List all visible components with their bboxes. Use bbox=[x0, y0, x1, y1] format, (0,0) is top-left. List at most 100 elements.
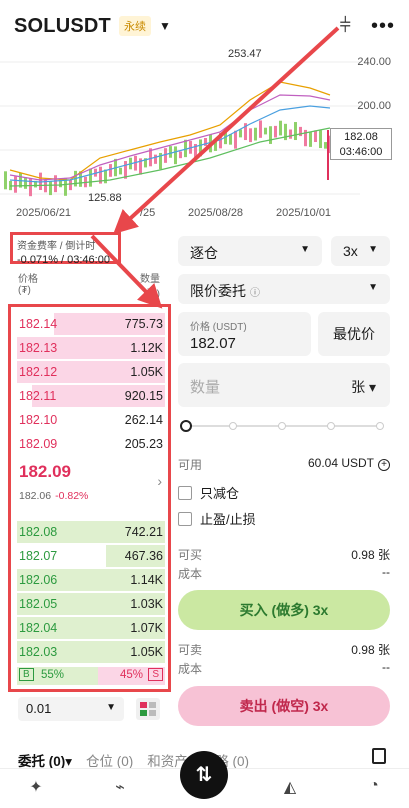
market-icon[interactable]: ⌁ bbox=[108, 777, 132, 801]
ask-qty: 262.14 bbox=[124, 413, 163, 427]
bid-qty: 1.05K bbox=[130, 645, 163, 659]
funding-value: -0.071% / 03:46:00 bbox=[17, 254, 110, 266]
margin-mode-select[interactable]: 逐仓 ▼ bbox=[178, 236, 322, 266]
symbol-title[interactable]: SOLUSDT bbox=[14, 15, 111, 38]
qty-unit: (张) bbox=[143, 289, 160, 300]
info-icon[interactable]: ⓘ bbox=[250, 288, 260, 299]
bid-row[interactable]: 182.03 1.05K bbox=[17, 641, 165, 663]
trade-icon[interactable]: ⇅ bbox=[180, 751, 228, 799]
cost-value: -- bbox=[382, 565, 390, 579]
bid-row[interactable]: 182.07 467.36 bbox=[17, 545, 165, 567]
can-buy-value: 0.98 张 bbox=[351, 548, 390, 562]
order-history-icon[interactable] bbox=[372, 748, 386, 764]
slider-stop[interactable] bbox=[376, 422, 384, 430]
candle bbox=[254, 127, 257, 141]
checkbox-icon bbox=[178, 485, 192, 500]
bid-qty: 1.14K bbox=[130, 573, 163, 587]
quantity-input[interactable]: 数量 张 ▾ bbox=[178, 363, 390, 407]
ask-row[interactable]: 182.13 1.12K bbox=[17, 337, 165, 359]
low-marker: 125.88 bbox=[88, 192, 122, 204]
price-chart[interactable]: 240.00 200.00 253.47 125.88 2025/06/21 /… bbox=[0, 40, 409, 225]
buy-long-button[interactable]: 买入 (做多) 3x bbox=[178, 590, 390, 630]
bid-row[interactable]: 182.05 1.03K bbox=[17, 593, 165, 615]
ask-row[interactable]: 182.11 920.15 bbox=[17, 385, 165, 407]
candle bbox=[269, 126, 272, 144]
slider-knob[interactable] bbox=[180, 420, 192, 432]
assets-icon[interactable]: ◔ bbox=[362, 777, 386, 801]
available-value: 60.04 USDT bbox=[307, 456, 374, 470]
ask-price: 182.09 bbox=[19, 437, 58, 451]
tab-positions[interactable]: 仓位 (0) bbox=[86, 750, 133, 770]
best-price-button[interactable]: 最优价 bbox=[318, 312, 390, 356]
price-input-label: 价格 (USDT) bbox=[190, 322, 247, 333]
candle bbox=[314, 130, 317, 143]
can-sell-value: 0.98 张 bbox=[351, 643, 390, 657]
funding-rate-box[interactable]: 资金费率 / 倒计时 -0.071% / 03:46:00 bbox=[10, 232, 121, 266]
sell-short-button[interactable]: 卖出 (做空) 3x bbox=[178, 686, 390, 726]
bid-price: 182.03 bbox=[19, 645, 58, 659]
price-change: -0.82% bbox=[55, 490, 89, 502]
bid-price: 182.06 bbox=[19, 573, 58, 587]
ask-row[interactable]: 182.12 1.05K bbox=[17, 361, 165, 383]
cost-row-2: 成本 -- bbox=[178, 660, 390, 677]
discover-icon[interactable]: ◭ bbox=[278, 777, 302, 801]
more-icon[interactable]: ••• bbox=[371, 15, 395, 38]
candle bbox=[89, 168, 92, 187]
ask-row[interactable]: 182.14 775.73 bbox=[17, 313, 165, 335]
ask-row[interactable]: 182.10 262.14 bbox=[17, 409, 165, 431]
quantity-placeholder: 数量 bbox=[190, 379, 221, 396]
chevron-down-icon: ▼ bbox=[368, 244, 378, 255]
slider-stop[interactable] bbox=[327, 422, 335, 430]
buy-tag: B bbox=[19, 668, 34, 681]
candle-countdown: 03:46:00 bbox=[339, 146, 383, 158]
cost-label: 成本 bbox=[178, 567, 203, 581]
candle bbox=[289, 129, 292, 139]
candle bbox=[4, 171, 7, 190]
bid-qty: 467.36 bbox=[124, 549, 163, 563]
leverage-select[interactable]: 3x ▼ bbox=[331, 236, 390, 266]
candle bbox=[239, 129, 242, 138]
symbol-dropdown-icon[interactable]: ▼ bbox=[159, 19, 171, 33]
mark-price-line: 182.06 -0.82% bbox=[19, 490, 88, 502]
x-axis-label: 2025/10/01 bbox=[276, 207, 332, 219]
leverage-value: 3x bbox=[343, 243, 358, 259]
quantity-slider[interactable] bbox=[180, 420, 386, 432]
y-axis-label-240: 240.00 bbox=[357, 56, 391, 68]
candle bbox=[259, 120, 262, 138]
cost-row: 成本 -- bbox=[178, 565, 390, 582]
transfer-plus-icon[interactable]: + bbox=[378, 459, 390, 471]
candle bbox=[279, 120, 282, 136]
tab-orders[interactable]: 委托 (0)▾ bbox=[18, 750, 72, 770]
bottom-nav: ✦ ⌁ ⇅ ◭ ◔ bbox=[0, 751, 409, 808]
chevron-right-icon[interactable]: › bbox=[157, 473, 162, 489]
bid-row[interactable]: 182.08 742.21 bbox=[17, 521, 165, 543]
order-type-select[interactable]: 限价委托 ⓘ ▼ bbox=[178, 274, 390, 304]
candle bbox=[24, 177, 27, 189]
tpsl-label: 止盈/止损 bbox=[200, 512, 256, 527]
price-input[interactable]: 价格 (USDT) 182.07 bbox=[178, 312, 311, 356]
reduce-only-checkbox[interactable]: 只减仓 bbox=[178, 483, 239, 502]
candlestick-icon[interactable]: ⫩ bbox=[340, 15, 351, 38]
orderbook-layout-icon[interactable] bbox=[136, 698, 160, 720]
chevron-down-icon: ▼ bbox=[300, 244, 310, 255]
home-icon[interactable]: ✦ bbox=[24, 777, 48, 801]
ask-row[interactable]: 182.09 205.23 bbox=[17, 433, 165, 455]
tpsl-checkbox[interactable]: 止盈/止损 bbox=[178, 509, 256, 528]
bid-price: 182.05 bbox=[19, 597, 58, 611]
slider-stop[interactable] bbox=[229, 422, 237, 430]
bid-row[interactable]: 182.04 1.07K bbox=[17, 617, 165, 639]
price-step-select[interactable]: 0.01 ▼ bbox=[18, 697, 124, 721]
candle bbox=[104, 169, 107, 184]
bid-qty: 1.03K bbox=[130, 597, 163, 611]
bid-price: 182.04 bbox=[19, 621, 58, 635]
price-input-value: 182.07 bbox=[190, 335, 236, 352]
candle bbox=[69, 179, 72, 191]
bid-row[interactable]: 182.06 1.14K bbox=[17, 569, 165, 591]
available-label: 可用 bbox=[178, 458, 203, 472]
candle bbox=[54, 175, 57, 193]
ask-price: 182.11 bbox=[19, 389, 57, 403]
can-sell-label: 可卖 bbox=[178, 643, 203, 657]
quantity-unit-select[interactable]: 张 ▾ bbox=[351, 377, 376, 397]
candle bbox=[249, 128, 252, 143]
slider-stop[interactable] bbox=[278, 422, 286, 430]
